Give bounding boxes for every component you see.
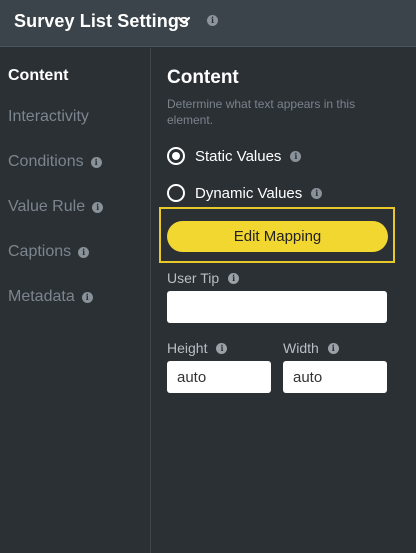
info-icon[interactable]: i — [90, 156, 102, 168]
chevron-down-icon[interactable] — [177, 16, 191, 26]
dynamic-values-option[interactable]: Dynamic Values i — [167, 184, 323, 202]
sidebar-item-label: Conditions — [8, 153, 84, 170]
width-label: Width i — [283, 340, 339, 356]
height-input[interactable] — [167, 361, 271, 393]
field-label-text: User Tip — [167, 270, 220, 286]
edit-mapping-button[interactable]: Edit Mapping — [167, 221, 388, 252]
info-icon[interactable]: i — [327, 342, 339, 354]
info-icon[interactable]: i — [207, 15, 218, 26]
sidebar-item-value-rule[interactable]: Value Rule i — [8, 198, 104, 216]
settings-sidebar: Content Interactivity Conditions i Value… — [0, 48, 151, 553]
sidebar-item-conditions[interactable]: Conditions i — [8, 153, 102, 171]
info-icon[interactable]: i — [216, 342, 228, 354]
static-values-option[interactable]: Static Values i — [167, 147, 302, 165]
info-icon[interactable]: i — [78, 246, 90, 258]
sidebar-item-metadata[interactable]: Metadata i — [8, 288, 93, 306]
radio-unchecked-icon[interactable] — [167, 184, 185, 202]
settings-title[interactable]: Survey List Settings — [14, 11, 189, 32]
content-panel: Content Determine what text appears in t… — [151, 48, 416, 553]
sidebar-item-interactivity[interactable]: Interactivity — [8, 108, 89, 126]
sidebar-item-label: Captions — [8, 243, 72, 260]
user-tip-label: User Tip i — [167, 270, 240, 286]
width-input[interactable] — [283, 361, 387, 393]
sidebar-item-content[interactable]: Content — [8, 67, 68, 85]
info-icon[interactable]: i — [228, 272, 240, 284]
radio-checked-icon[interactable] — [167, 147, 185, 165]
sidebar-item-label: Metadata — [8, 288, 75, 305]
sidebar-item-label: Value Rule — [8, 198, 86, 215]
option-label: Dynamic Values — [195, 184, 303, 202]
option-label: Static Values — [195, 147, 282, 165]
info-icon[interactable]: i — [290, 150, 302, 162]
info-icon[interactable]: i — [92, 201, 104, 213]
field-label-text: Width — [283, 340, 319, 356]
sidebar-item-captions[interactable]: Captions i — [8, 243, 90, 261]
sidebar-item-label: Content — [8, 67, 69, 84]
panel-description: Determine what text appears in this elem… — [167, 97, 356, 127]
height-label: Height i — [167, 340, 228, 356]
panel-title: Content — [167, 67, 239, 88]
sidebar-item-label: Interactivity — [8, 108, 89, 125]
user-tip-input[interactable] — [167, 291, 387, 323]
field-label-text: Height — [167, 340, 208, 356]
info-icon[interactable]: i — [81, 291, 93, 303]
settings-header: Survey List Settings i — [0, 0, 416, 47]
info-icon[interactable]: i — [311, 187, 323, 199]
